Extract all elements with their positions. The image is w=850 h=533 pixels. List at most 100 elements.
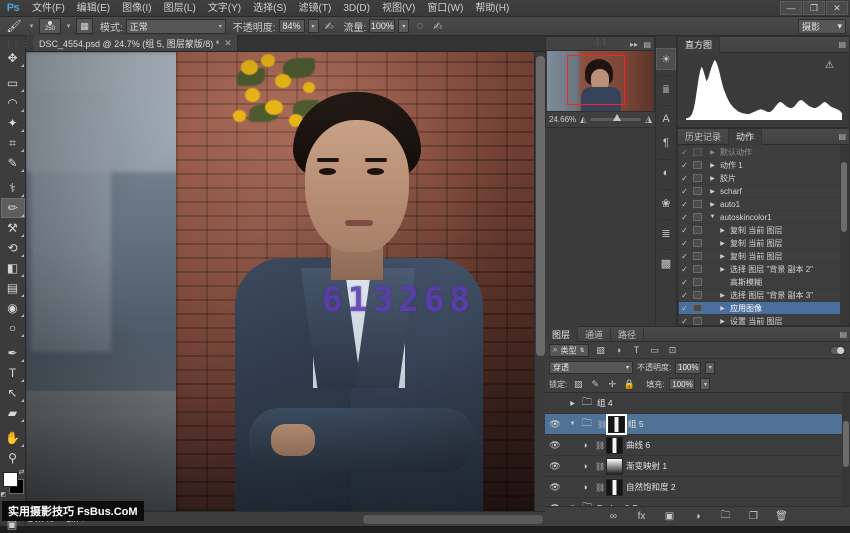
- menu-item-2[interactable]: 图像(I): [116, 0, 157, 17]
- workspace-switcher[interactable]: 摄影 ▾: [798, 19, 846, 34]
- action-enable-checkbox[interactable]: ✓: [679, 226, 690, 235]
- layer-row[interactable]: 👁◑⛓渐变映射 1: [545, 456, 850, 477]
- menu-item-1[interactable]: 编辑(E): [71, 0, 116, 17]
- navigator-view-box[interactable]: [567, 55, 625, 105]
- navigator-zoom-slider[interactable]: [590, 118, 641, 121]
- navigator-thumbnail[interactable]: [547, 51, 653, 111]
- action-dialog-toggle[interactable]: [693, 317, 702, 325]
- eraser-tool[interactable]: ◧: [1, 258, 25, 278]
- adjustments-panel-icon[interactable]: ☀: [656, 48, 676, 70]
- zoom-in-icon[interactable]: ◮: [645, 114, 652, 125]
- menu-item-9[interactable]: 窗口(W): [421, 0, 469, 17]
- collapse-icon[interactable]: ▸▸: [630, 40, 638, 49]
- canvas-area[interactable]: 613268: [26, 52, 545, 511]
- action-dialog-toggle[interactable]: [693, 252, 702, 260]
- add-mask-button[interactable]: ▣: [662, 509, 677, 524]
- flow-stepper[interactable]: ▾: [398, 19, 409, 33]
- brush-panel-icon[interactable]: ▦: [76, 18, 93, 34]
- layer-opacity-stepper[interactable]: ▾: [705, 362, 715, 374]
- document-tab[interactable]: DSC_4554.psd @ 24.7% (组 5, 图层蒙版/8) * ✕: [34, 35, 238, 51]
- layer-opacity-input[interactable]: 100%: [675, 362, 701, 374]
- mask-link-icon[interactable]: ⛓: [595, 483, 603, 492]
- lock-all-icon[interactable]: 🔒: [623, 378, 635, 390]
- history-brush-tool[interactable]: ⟲: [1, 238, 25, 258]
- menu-item-7[interactable]: 3D(D): [337, 0, 376, 17]
- action-row[interactable]: ✓▶scharf: [679, 185, 848, 198]
- action-expand-arrow-icon[interactable]: ▶: [708, 175, 717, 182]
- layer-fill-stepper[interactable]: ▾: [700, 378, 710, 390]
- pressure-size-icon[interactable]: ✍: [430, 19, 445, 34]
- menu-item-0[interactable]: 文件(F): [26, 0, 71, 17]
- foreground-color-swatch[interactable]: [3, 472, 18, 487]
- opacity-input[interactable]: 84%: [279, 19, 305, 33]
- layer-style-button[interactable]: fx: [634, 509, 649, 524]
- action-dialog-toggle[interactable]: [693, 265, 702, 273]
- pressure-opacity-icon[interactable]: ✍: [322, 19, 337, 34]
- action-expand-arrow-icon[interactable]: ▶: [718, 240, 727, 247]
- panel-menu-icon[interactable]: ▤: [839, 330, 847, 339]
- actions-scroll-thumb[interactable]: [841, 162, 847, 232]
- new-layer-button[interactable]: ❐: [746, 509, 761, 524]
- action-dialog-toggle[interactable]: [693, 239, 702, 247]
- shape-tool[interactable]: ▰: [1, 403, 25, 423]
- layer-mask-thumbnail[interactable]: [608, 416, 625, 433]
- action-enable-checkbox[interactable]: ✓: [679, 317, 690, 326]
- swap-colors-icon[interactable]: ⇄: [19, 468, 25, 476]
- action-enable-checkbox[interactable]: ✓: [679, 252, 690, 261]
- action-enable-checkbox[interactable]: ✓: [679, 278, 690, 287]
- layer-visibility-icon[interactable]: 👁: [548, 419, 562, 430]
- vertical-scroll-thumb[interactable]: [536, 56, 545, 356]
- action-row[interactable]: ✓▶复制 当前 图层: [679, 250, 848, 263]
- layer-row[interactable]: 👁▼🗀⛓组 5: [545, 414, 850, 435]
- brush-size-preview[interactable]: 250: [39, 18, 61, 34]
- action-dialog-toggle[interactable]: [693, 278, 702, 286]
- filter-adjustment-icon[interactable]: ◑: [612, 344, 626, 357]
- action-expand-arrow-icon[interactable]: ▶: [708, 201, 717, 208]
- action-row[interactable]: ✓▶选择 图层 "背景 副本 2": [679, 263, 848, 276]
- action-enable-checkbox[interactable]: ✓: [679, 213, 690, 222]
- tab-histogram[interactable]: 直方图: [678, 37, 720, 53]
- close-icon[interactable]: ✕: [224, 38, 232, 49]
- action-dialog-toggle[interactable]: [693, 187, 702, 195]
- action-expand-arrow-icon[interactable]: ▶: [708, 149, 717, 156]
- action-dialog-toggle[interactable]: [693, 200, 702, 208]
- histogram-warning-icon[interactable]: ⚠: [825, 60, 834, 71]
- panel-menu-icon[interactable]: ▤: [643, 40, 651, 49]
- layer-mask-thumbnail[interactable]: [606, 479, 623, 496]
- zoom-out-icon[interactable]: ◭: [580, 115, 586, 124]
- lock-transparent-icon[interactable]: ▨: [572, 378, 584, 390]
- actions-list[interactable]: ✓▶默认动作✓▶动作 1✓▶胶片✓▶scharf✓▶auto1✓▼autoski…: [679, 146, 848, 325]
- panel-menu-icon[interactable]: ▤: [838, 132, 846, 141]
- layer-fill-input[interactable]: 100%: [669, 378, 695, 390]
- healing-brush-tool[interactable]: ⚕: [1, 178, 25, 198]
- action-enable-checkbox[interactable]: ✓: [679, 187, 690, 196]
- action-dialog-toggle[interactable]: [693, 291, 702, 299]
- new-group-button[interactable]: 🗀: [718, 509, 733, 524]
- opacity-stepper[interactable]: ▾: [308, 19, 319, 33]
- action-dialog-toggle[interactable]: [693, 148, 702, 156]
- eyedropper-tool[interactable]: ✎: [1, 153, 25, 173]
- marquee-tool[interactable]: ▭: [1, 73, 25, 93]
- tab-history[interactable]: 历史记录: [678, 129, 729, 145]
- layer-row[interactable]: 👁▼🗀Dodge & Burn: [545, 498, 850, 506]
- delete-layer-button[interactable]: 🗑: [774, 509, 789, 524]
- filter-smart-object-icon[interactable]: ⊡: [666, 344, 680, 357]
- layers-scrollbar[interactable]: [842, 393, 850, 506]
- action-enable-checkbox[interactable]: ✓: [679, 304, 690, 313]
- path-selection-tool[interactable]: ↖: [1, 383, 25, 403]
- action-row[interactable]: ✓▶auto1: [679, 198, 848, 211]
- clone-stamp-tool[interactable]: ⚒: [1, 218, 25, 238]
- dodge-tool[interactable]: ○: [1, 318, 25, 338]
- info-panel-icon[interactable]: ⅲ: [656, 78, 676, 100]
- tabbar-grip[interactable]: ⋮⋮: [26, 35, 34, 51]
- filter-shape-icon[interactable]: ▭: [648, 344, 662, 357]
- flow-input[interactable]: 100%: [369, 19, 395, 33]
- move-tool[interactable]: ✥: [1, 48, 25, 68]
- layers-scroll-thumb[interactable]: [843, 421, 849, 467]
- action-enable-checkbox[interactable]: ✓: [679, 200, 690, 209]
- character-panel-icon[interactable]: A: [656, 108, 676, 130]
- action-expand-arrow-icon[interactable]: ▶: [708, 162, 717, 169]
- brush-tool[interactable]: ✏: [1, 198, 25, 218]
- layer-mask-thumbnail[interactable]: [606, 458, 623, 475]
- action-enable-checkbox[interactable]: ✓: [679, 148, 690, 157]
